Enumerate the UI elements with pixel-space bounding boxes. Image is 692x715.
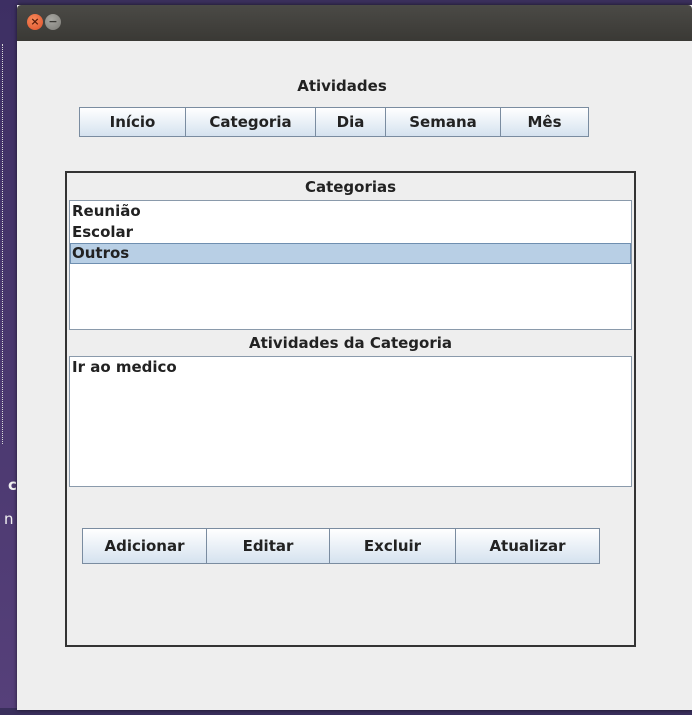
page-title: Atividades xyxy=(297,77,387,95)
action-buttons: Adicionar Editar Excluir Atualizar xyxy=(82,528,600,564)
list-item[interactable]: Escolar xyxy=(70,222,631,243)
nav-bar: Início Categoria Dia Semana Mês xyxy=(79,107,589,137)
category-panel: Categorias Reunião Escolar Outros Ativid… xyxy=(65,171,636,647)
close-icon[interactable]: × xyxy=(27,14,43,30)
app-window: × − Atividades Início Categoria Dia Sema… xyxy=(17,5,692,710)
tab-categoria[interactable]: Categoria xyxy=(185,107,316,137)
edit-button[interactable]: Editar xyxy=(206,528,330,564)
window-titlebar[interactable]: × − xyxy=(17,5,692,41)
desktop-text-fragment: c xyxy=(8,476,17,494)
delete-button[interactable]: Excluir xyxy=(329,528,456,564)
refresh-button[interactable]: Atualizar xyxy=(455,528,600,564)
tab-semana[interactable]: Semana xyxy=(385,107,501,137)
tab-inicio[interactable]: Início xyxy=(79,107,186,137)
categories-title: Categorias xyxy=(304,178,397,196)
categories-list[interactable]: Reunião Escolar Outros xyxy=(69,200,632,330)
activities-title: Atividades da Categoria xyxy=(248,334,453,352)
desktop-dotted-line xyxy=(2,44,4,444)
add-button[interactable]: Adicionar xyxy=(82,528,207,564)
activities-list[interactable]: Ir ao medico xyxy=(69,356,632,487)
minimize-icon[interactable]: − xyxy=(45,14,61,30)
tab-mes[interactable]: Mês xyxy=(500,107,589,137)
tab-dia[interactable]: Dia xyxy=(315,107,386,137)
desktop-text-fragment: n xyxy=(4,510,14,528)
list-item[interactable]: Ir ao medico xyxy=(70,357,631,378)
list-item[interactable]: Reunião xyxy=(70,201,631,222)
list-item-selected[interactable]: Outros xyxy=(70,243,631,264)
